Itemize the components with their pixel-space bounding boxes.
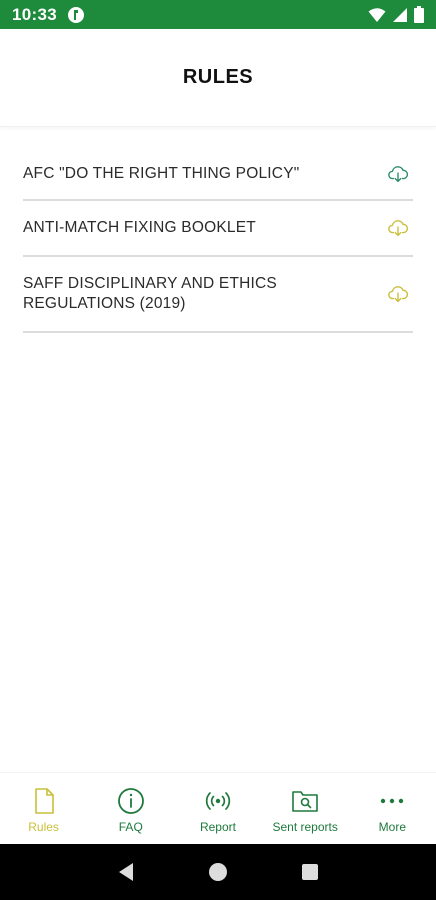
page-title: RULES bbox=[182, 66, 254, 88]
system-nav bbox=[0, 844, 436, 900]
rule-item-afc-policy[interactable]: AFC "DO THE RIGHT THING POLICY" bbox=[23, 148, 413, 201]
app-notification-icon bbox=[67, 6, 84, 23]
rule-label: AFC "DO THE RIGHT THING POLICY" bbox=[23, 164, 300, 182]
bottom-nav: Rules FAQ Report Sent reports More bbox=[0, 772, 436, 844]
nav-item-rules[interactable]: Rules bbox=[0, 773, 87, 844]
cloud-download-icon[interactable] bbox=[387, 217, 409, 239]
info-icon bbox=[117, 788, 144, 814]
nav-label: Rules bbox=[28, 820, 59, 834]
cloud-download-icon[interactable] bbox=[387, 163, 409, 185]
nav-label: More bbox=[378, 820, 407, 834]
rule-list: AFC "DO THE RIGHT THING POLICY" ANTI-MAT… bbox=[23, 148, 413, 333]
header: RULES bbox=[0, 29, 436, 127]
nav-item-report[interactable]: Report bbox=[174, 773, 261, 844]
back-icon[interactable] bbox=[115, 861, 137, 883]
nav-label: Report bbox=[199, 820, 236, 834]
signal-icon bbox=[393, 7, 407, 22]
screen: 10:33 RULES AFC "DO THE RIGHT THING POLI… bbox=[0, 0, 436, 900]
home-icon[interactable] bbox=[207, 861, 229, 883]
nav-item-more[interactable]: More bbox=[349, 773, 436, 844]
status-bar: 10:33 bbox=[0, 0, 436, 29]
rule-item-saff-regulations[interactable]: SAFF DISCIPLINARY AND ETHICS REGULATIONS… bbox=[23, 257, 413, 333]
rule-item-anti-match-fixing[interactable]: ANTI-MATCH FIXING BOOKLET bbox=[23, 201, 413, 257]
rule-label: ANTI-MATCH FIXING BOOKLET bbox=[23, 219, 256, 236]
nav-item-faq[interactable]: FAQ bbox=[87, 773, 174, 844]
document-icon bbox=[34, 788, 54, 814]
nav-label: Sent reports bbox=[272, 820, 338, 834]
wifi-icon bbox=[368, 7, 386, 22]
nav-item-sent-reports[interactable]: Sent reports bbox=[262, 773, 349, 844]
rule-label: SAFF DISCIPLINARY AND ETHICS REGULATIONS… bbox=[23, 275, 277, 312]
broadcast-icon bbox=[205, 792, 231, 810]
cloud-download-icon[interactable] bbox=[387, 283, 409, 305]
nav-label: FAQ bbox=[118, 820, 143, 834]
folder-search-icon bbox=[292, 791, 318, 812]
more-dots-icon bbox=[381, 798, 404, 804]
recents-icon[interactable] bbox=[299, 861, 321, 883]
status-icons bbox=[368, 6, 424, 23]
status-time: 10:33 bbox=[12, 4, 57, 24]
battery-icon bbox=[414, 6, 424, 23]
